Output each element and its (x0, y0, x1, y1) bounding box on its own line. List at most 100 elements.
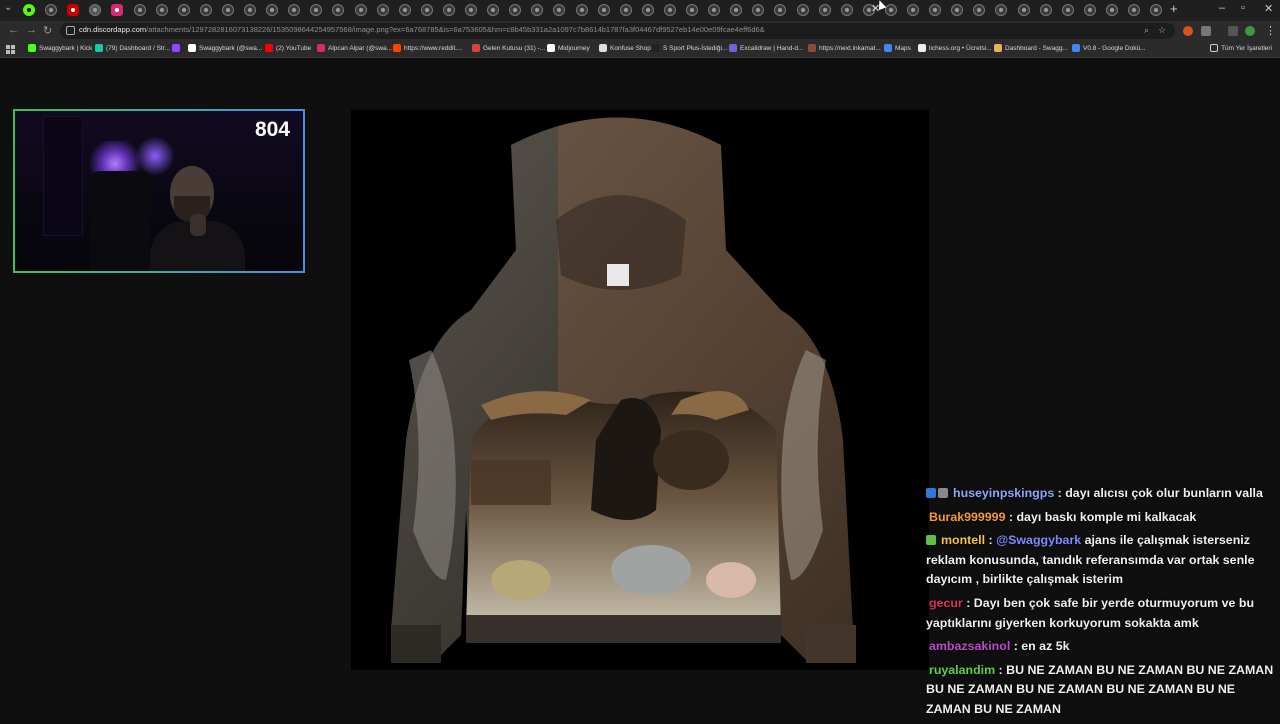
browser-tab[interactable] (840, 4, 853, 16)
bookmark-item[interactable]: lichess.org • Ücretsi... (918, 44, 992, 52)
browser-tab[interactable] (1128, 4, 1140, 16)
browser-tab[interactable] (995, 4, 1008, 16)
browser-tab[interactable] (1017, 4, 1030, 16)
browser-tab[interactable] (1105, 4, 1118, 16)
bookmark-item[interactable]: Alpcan Alpar (@swa... (317, 44, 392, 52)
browser-tab[interactable] (354, 4, 367, 16)
bookmark-item[interactable]: Swaggybark | Kick (28, 44, 92, 52)
browser-tab[interactable] (199, 4, 212, 16)
browser-tab[interactable] (818, 4, 831, 16)
bookmark-star-icon[interactable]: ☆ (1158, 25, 1166, 36)
browser-tab[interactable] (730, 4, 743, 16)
browser-tab[interactable] (1083, 4, 1096, 16)
bookmark-item[interactable]: https://next.inkamat... (808, 44, 881, 52)
maximize-button[interactable]: ▫ (1241, 2, 1245, 14)
bookmark-item[interactable]: https://www.reddit.... (393, 44, 463, 52)
browser-tab[interactable] (420, 4, 433, 16)
browser-tab[interactable] (465, 4, 477, 16)
back-arrow-icon[interactable]: ← (8, 24, 19, 36)
browser-tab[interactable] (288, 4, 301, 16)
browser-tab[interactable] (221, 4, 234, 16)
browser-tab[interactable] (752, 4, 765, 16)
minimize-button[interactable]: – (1219, 2, 1225, 14)
browser-tab[interactable] (663, 4, 676, 16)
bookmark-item[interactable]: Konfuse Shop (599, 44, 651, 52)
browser-tab[interactable] (1061, 4, 1074, 16)
bookmark-item[interactable]: S Sport Plus-İstediği... (652, 44, 727, 52)
browser-tab[interactable] (575, 4, 588, 16)
browser-tab[interactable] (442, 4, 455, 16)
browser-tab[interactable] (244, 4, 256, 16)
chat-username[interactable]: ambazsakinol (929, 639, 1010, 653)
browser-tab[interactable] (884, 4, 897, 16)
browser-tab[interactable] (774, 4, 787, 16)
bookmark-item[interactable]: Dashboard - Swagg... (994, 44, 1068, 52)
browser-tab[interactable] (487, 4, 500, 16)
chat-username[interactable]: ruyalandim (929, 663, 995, 677)
browser-tab[interactable] (929, 4, 942, 16)
extensions-puzzle-icon[interactable] (1201, 26, 1211, 36)
close-window-button[interactable]: ✕ (1264, 2, 1273, 15)
browser-tab[interactable] (973, 4, 986, 16)
bookmark-item[interactable]: Midjourney (547, 44, 590, 52)
reload-icon[interactable]: ↻ (43, 24, 52, 37)
browser-tab[interactable] (509, 4, 522, 16)
browser-tab[interactable] (310, 4, 323, 16)
chat-username[interactable]: huseyinpskingps (953, 486, 1054, 500)
bookmark-item[interactable]: (79) Dashboard / Str... (95, 44, 170, 52)
site-info-icon[interactable] (66, 26, 75, 35)
bookmark-item[interactable]: Swaggybark (@swa... (188, 44, 262, 52)
bookmark-favicon-icon (317, 44, 325, 52)
hoodie-image[interactable] (351, 110, 929, 670)
browser-tab[interactable] (376, 4, 389, 16)
browser-tab[interactable] (708, 4, 721, 16)
browser-tab[interactable] (951, 4, 964, 16)
bookmark-label: Swaggybark | Kick (39, 44, 93, 52)
bookmark-item[interactable]: Excalidraw | Hand-d... (729, 44, 803, 52)
bookmark-item[interactable] (172, 44, 180, 52)
apps-grid-icon[interactable] (6, 45, 15, 54)
forward-arrow-icon[interactable]: → (26, 24, 37, 36)
all-bookmarks-button[interactable]: Tüm Yer İşaretleri (1210, 44, 1272, 52)
zoom-search-icon[interactable]: ⌕ (1144, 25, 1149, 36)
extension-icon[interactable] (1183, 26, 1193, 36)
url-text[interactable]: cdn.discordapp.com/attachments/129728281… (79, 25, 765, 34)
browser-tab[interactable] (1150, 4, 1163, 16)
browser-tab[interactable] (266, 4, 279, 16)
browser-tab[interactable] (398, 4, 411, 16)
browser-tab[interactable] (1039, 4, 1052, 16)
menu-kebab-icon[interactable]: ⋮ (1265, 24, 1276, 37)
chat-username[interactable]: gecur (929, 596, 963, 610)
sidebar-icon[interactable] (1228, 26, 1238, 36)
browser-tab[interactable] (89, 4, 102, 16)
bookmark-item[interactable]: Gelen Kutusu (31) -... (472, 44, 545, 52)
browser-tab[interactable] (796, 4, 809, 16)
tab-search-chevron-icon[interactable]: ⌄ (4, 2, 12, 13)
bookmark-item[interactable]: (2) YouTube (265, 44, 311, 52)
browser-tab[interactable] (155, 4, 168, 16)
browser-tab[interactable] (641, 4, 654, 16)
bookmark-item[interactable]: Maps (884, 44, 911, 52)
chat-mention: @Swaggybark (996, 533, 1082, 548)
browser-tab[interactable] (133, 4, 146, 16)
chat-username[interactable]: montell (941, 533, 985, 547)
browser-tab[interactable] (686, 4, 698, 16)
browser-tab[interactable] (619, 4, 632, 16)
address-bar[interactable]: cdn.discordapp.com/attachments/129728281… (60, 23, 1175, 39)
browser-tab[interactable] (332, 4, 345, 16)
bookmark-item[interactable]: V0.8 - Google Dokü... (1072, 44, 1146, 52)
browser-tab[interactable] (111, 4, 124, 16)
bookmark-label: Swaggybark (@swa... (199, 44, 263, 52)
browser-tab[interactable] (45, 4, 58, 16)
new-tab-button[interactable]: + (1170, 1, 1178, 16)
browser-tab[interactable] (23, 4, 35, 16)
chat-username[interactable]: Burak999999 (929, 510, 1005, 524)
browser-tab[interactable] (907, 4, 919, 16)
browser-tab[interactable] (177, 4, 190, 16)
chat-text: : dayı baskı komple mi kalkacak (1005, 509, 1197, 524)
profile-avatar[interactable] (1245, 26, 1255, 36)
browser-tab[interactable] (531, 4, 544, 16)
browser-tab[interactable] (553, 4, 566, 16)
browser-tab[interactable] (67, 4, 80, 16)
browser-tab[interactable] (597, 4, 610, 16)
